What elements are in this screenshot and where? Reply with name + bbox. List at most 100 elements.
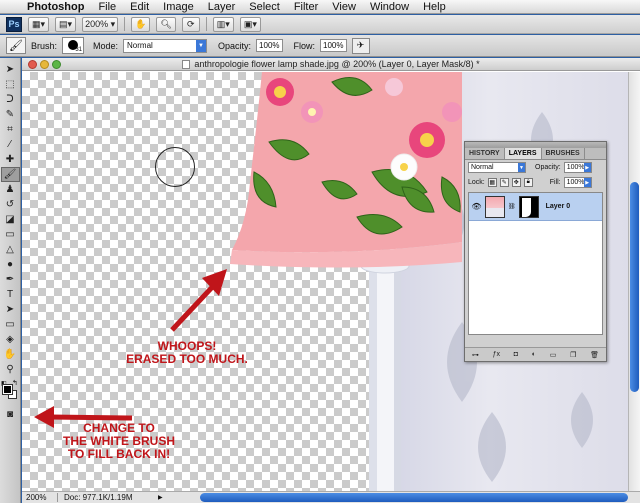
quick-select-tool-icon[interactable]: ✎: [1, 107, 20, 122]
fill-label: Fill:: [549, 179, 561, 186]
move-tool-icon[interactable]: ➤: [1, 62, 20, 77]
blur-tool-icon[interactable]: △: [1, 242, 20, 257]
menu-file[interactable]: File: [91, 1, 123, 13]
layer-row[interactable]: 👁︎ ⛓ Layer 0: [469, 193, 602, 221]
type-tool-icon[interactable]: T: [1, 287, 20, 302]
menu-view[interactable]: View: [325, 1, 363, 13]
arrange-documents-button[interactable]: ▥▾: [212, 16, 234, 32]
layer-style-icon[interactable]: ƒx: [493, 351, 500, 358]
toolbar-divider: [205, 17, 207, 31]
close-window-button[interactable]: [28, 60, 37, 69]
tab-history[interactable]: HISTORY: [465, 148, 505, 159]
clone-stamp-tool-icon[interactable]: ♟: [1, 182, 20, 197]
horizontal-scrollbar[interactable]: [200, 493, 628, 502]
document-title-bar: anthropologie flower lamp shade.jpg @ 20…: [22, 58, 640, 71]
shape-tool-icon[interactable]: ▭: [1, 317, 20, 332]
new-group-icon[interactable]: ▭: [550, 351, 557, 359]
layers-panel-footer: ⊶ ƒx ◘ ◐ ▭ ❐ 🗑︎: [465, 347, 606, 361]
status-menu-arrow-icon[interactable]: ▶: [158, 494, 168, 501]
fill-field[interactable]: 100% ▶: [563, 177, 592, 188]
rotate-view-icon[interactable]: ⟳: [181, 16, 200, 32]
layer-opacity-label: Opacity:: [535, 164, 561, 171]
adjustment-layer-icon[interactable]: ◐: [532, 351, 536, 358]
color-swatches: ◧ ↰: [0, 379, 20, 407]
brush-tool-icon[interactable]: 🖌︎: [0, 167, 20, 182]
menu-edit[interactable]: Edit: [123, 1, 156, 13]
foreground-color-swatch[interactable]: [2, 384, 13, 395]
healing-brush-tool-icon[interactable]: ✚: [1, 152, 20, 167]
layer-mask-thumbnail[interactable]: [518, 195, 539, 218]
eyedropper-tool-icon[interactable]: ⁄: [1, 137, 20, 152]
link-icon[interactable]: ⛓: [508, 203, 516, 210]
tab-brushes[interactable]: BRUSHES: [542, 148, 585, 159]
launch-bridge-button[interactable]: ▦▾: [28, 16, 50, 32]
screen-mode-button[interactable]: ▣▾: [239, 16, 261, 32]
tab-layers[interactable]: LAYERS: [504, 148, 542, 159]
lock-transparency-icon[interactable]: ▦: [487, 178, 497, 187]
menu-filter[interactable]: Filter: [287, 1, 325, 13]
mode-label: Mode:: [93, 40, 119, 51]
opacity-label: Opacity:: [218, 40, 252, 51]
fill-value: 100%: [566, 179, 585, 186]
hand-tool-icon[interactable]: ✋: [1, 347, 20, 362]
tool-preset-picker[interactable]: 🖌︎: [6, 37, 26, 54]
zoom-window-button[interactable]: [52, 60, 61, 69]
3d-tool-icon[interactable]: ◈: [1, 332, 20, 347]
change-brush-annotation: CHANGE TO THE WHITE BRUSH TO FILL BACK I…: [44, 422, 194, 461]
crop-tool-icon[interactable]: ⌗: [1, 122, 20, 137]
lock-position-icon[interactable]: ✥: [511, 178, 521, 187]
brush-label: Brush:: [31, 40, 58, 51]
zoom-tool-icon[interactable]: ⚲: [1, 362, 20, 377]
mode-select[interactable]: Normal ▼: [123, 38, 208, 53]
blend-mode-select[interactable]: Normal ▼: [468, 162, 526, 173]
brush-picker[interactable]: 31: [62, 37, 85, 54]
app-menu[interactable]: Photoshop: [20, 1, 91, 13]
history-brush-tool-icon[interactable]: ↺: [1, 197, 20, 212]
marquee-tool-icon[interactable]: ⬚: [1, 77, 20, 92]
vertical-scrollbar[interactable]: [628, 72, 640, 491]
link-layers-icon[interactable]: ⊶: [472, 351, 479, 359]
photoshop-logo: Ps: [6, 16, 22, 32]
panel-tabs: HISTORY LAYERS BRUSHES: [465, 148, 606, 160]
quick-mask-icon[interactable]: ◙: [1, 407, 20, 422]
vertical-scroll-thumb[interactable]: [630, 182, 639, 392]
add-mask-icon[interactable]: ◘: [514, 351, 518, 358]
swap-colors-icon[interactable]: ↰: [12, 379, 18, 387]
zoom-level-dropdown[interactable]: 200% ▾: [82, 16, 119, 32]
opacity-field[interactable]: 100%: [256, 39, 283, 52]
menu-select[interactable]: Select: [242, 1, 287, 13]
eye-icon[interactable]: 👁︎: [471, 201, 482, 212]
status-zoom[interactable]: 200%: [22, 493, 58, 502]
flow-field[interactable]: 100%: [320, 39, 347, 52]
chevron-down-icon: ▼: [196, 39, 207, 52]
gradient-tool-icon[interactable]: ▭: [1, 227, 20, 242]
menu-window[interactable]: Window: [363, 1, 416, 13]
zoom-tool-icon[interactable]: 🔍︎: [156, 16, 176, 32]
eraser-tool-icon[interactable]: ◪: [1, 212, 20, 227]
layer-name[interactable]: Layer 0: [546, 203, 571, 210]
trash-icon[interactable]: 🗑︎: [590, 351, 599, 359]
layer-opacity-field[interactable]: 100% ▶: [563, 162, 592, 173]
pen-tool-icon[interactable]: ✒: [1, 272, 20, 287]
lasso-tool-icon[interactable]: ᑐ: [1, 92, 20, 107]
airbrush-toggle-icon[interactable]: ✈: [351, 37, 370, 54]
lock-image-icon[interactable]: ✎: [499, 178, 509, 187]
menu-bar: Photoshop File Edit Image Layer Select F…: [0, 0, 640, 14]
path-selection-tool-icon[interactable]: ➤: [1, 302, 20, 317]
menu-layer[interactable]: Layer: [201, 1, 243, 13]
chevron-down-icon: ▼: [518, 163, 525, 172]
lock-all-icon[interactable]: 🔒︎: [523, 178, 533, 187]
menu-help[interactable]: Help: [416, 1, 453, 13]
minimize-window-button[interactable]: [40, 60, 49, 69]
layer-list: 👁︎ ⛓ Layer 0: [468, 192, 603, 335]
menu-image[interactable]: Image: [156, 1, 201, 13]
hand-tool-icon[interactable]: ✋: [131, 16, 151, 32]
chevron-down-icon: ▶: [583, 178, 591, 187]
lock-label: Lock:: [468, 179, 485, 186]
new-layer-icon[interactable]: ❐: [570, 351, 576, 359]
layer-thumbnail[interactable]: [485, 195, 505, 218]
view-extras-button[interactable]: ▤▾: [55, 16, 77, 32]
dodge-tool-icon[interactable]: ●: [1, 257, 20, 272]
tools-panel: ➤ ⬚ ᑐ ✎ ⌗ ⁄ ✚ 🖌︎ ♟ ↺ ◪ ▭ △ ● ✒ T ➤ ▭ ◈ ✋…: [0, 58, 21, 503]
application-bar: Ps ▦▾ ▤▾ 200% ▾ ✋ 🔍︎ ⟳ ▥▾ ▣▾: [0, 15, 640, 34]
